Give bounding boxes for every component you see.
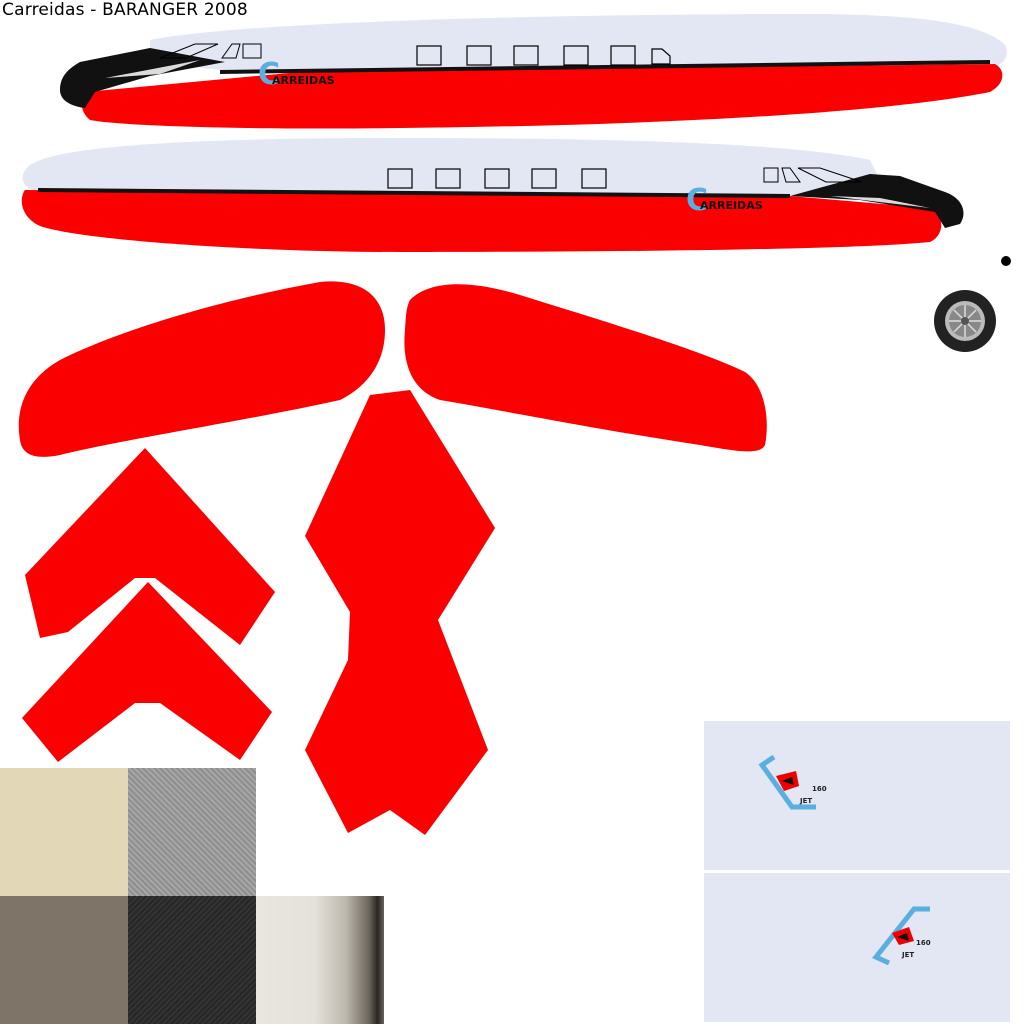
swatch-exhaust-gradient xyxy=(256,896,384,1024)
gear-pin-dot xyxy=(1001,256,1011,266)
wing-right xyxy=(404,284,767,452)
tail-decal-right-logo: 160 JET xyxy=(872,906,931,966)
svg-text:160: 160 xyxy=(812,785,827,793)
fuselage-left-brand-name: ARREIDAS xyxy=(272,74,335,87)
tail-decal-left-logo: 160 JET xyxy=(758,754,827,810)
swatch-beige xyxy=(0,768,128,896)
svg-text:JET: JET xyxy=(901,951,914,959)
swatch-dark-concrete xyxy=(128,896,256,1024)
fuselage-left-lower-red xyxy=(81,64,1003,129)
svg-text:160: 160 xyxy=(916,939,931,947)
fuselage-right-lower-red xyxy=(21,190,942,252)
svg-text:JET: JET xyxy=(799,797,812,805)
fuselage-right-brand-name: ARREIDAS xyxy=(700,199,763,212)
fuselage-right-side: C ARREIDAS xyxy=(21,138,964,252)
fuselage-right-upper-white xyxy=(22,138,881,195)
swatch-grey-concrete xyxy=(128,768,256,896)
tail-decal-panel-left: 160 JET xyxy=(704,721,1010,870)
wheel-icon xyxy=(934,290,996,352)
tail-decal-panel-right: 160 JET xyxy=(704,873,1010,1022)
swatch-brown-grey xyxy=(0,896,128,1024)
vertical-stabilizer xyxy=(305,390,495,835)
wing-left xyxy=(18,281,386,457)
fuselage-left-side: C ARREIDAS xyxy=(60,14,1007,129)
